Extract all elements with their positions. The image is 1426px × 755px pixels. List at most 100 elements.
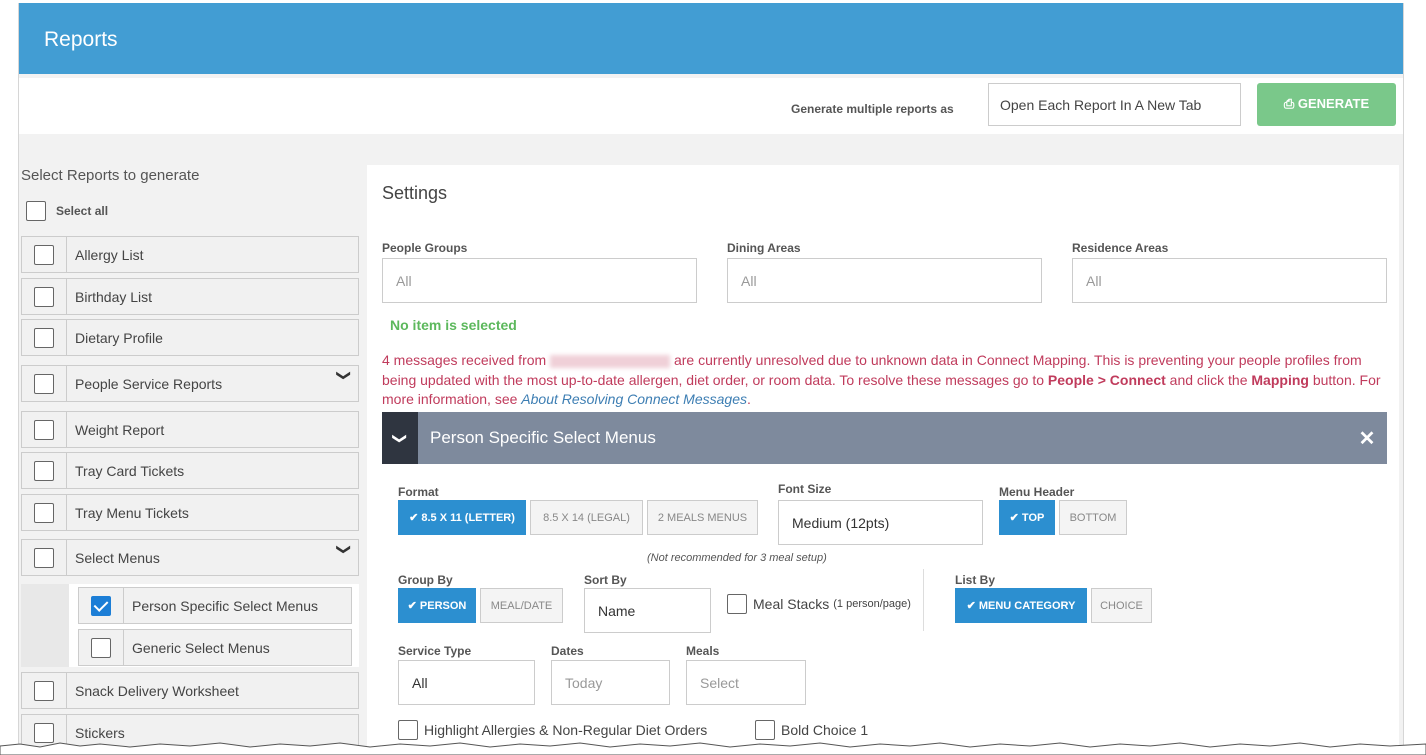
select-menus-subitems: Person Specific Select Menus Generic Sel… bbox=[21, 584, 359, 667]
report-item-allergy-list[interactable]: Allergy List bbox=[21, 236, 359, 273]
generate-button[interactable]: ⎙ GENERATE bbox=[1257, 83, 1396, 126]
redacted-source bbox=[550, 354, 671, 368]
format-note: (Not recommended for 3 meal setup) bbox=[647, 552, 827, 564]
report-label: Tray Card Tickets bbox=[75, 462, 185, 479]
report-item-tray-card-tickets[interactable]: Tray Card Tickets bbox=[21, 452, 359, 489]
torn-edge bbox=[0, 742, 1426, 755]
report-label: Generic Select Menus bbox=[132, 639, 270, 656]
report-label: Select Menus bbox=[75, 549, 160, 566]
service-type-label: Service Type bbox=[398, 644, 472, 658]
resolving-connect-link[interactable]: About Resolving Connect Messages bbox=[521, 391, 747, 407]
reports-frame: Reports Generate multiple reports as Ope… bbox=[18, 3, 1404, 755]
meal-stacks-option[interactable]: Meal Stacks (1 person/page) bbox=[727, 594, 911, 614]
sort-by-label: Sort By bbox=[584, 573, 627, 587]
highlight-allergies-checkbox[interactable] bbox=[398, 720, 418, 740]
menu-header-bottom-button[interactable]: BOTTOM bbox=[1059, 500, 1127, 535]
residence-areas-label: Residence Areas bbox=[1072, 241, 1169, 255]
people-groups-select[interactable]: All bbox=[382, 258, 697, 303]
dining-areas-select[interactable]: All bbox=[727, 258, 1042, 303]
select-all-label: Select all bbox=[56, 204, 109, 218]
sort-by-select[interactable]: Name bbox=[584, 588, 711, 633]
report-item-weight-report[interactable]: Weight Report bbox=[21, 411, 359, 448]
report-checkbox[interactable] bbox=[34, 244, 54, 265]
report-item-select-menus[interactable]: Select Menus ❯ bbox=[21, 539, 359, 576]
bold-choice-checkbox[interactable] bbox=[755, 720, 775, 740]
generate-mode-select[interactable]: Open Each Report In A New Tab bbox=[988, 83, 1241, 126]
report-checkbox[interactable] bbox=[91, 637, 111, 658]
report-checkbox[interactable] bbox=[34, 327, 54, 348]
highlight-allergies-option[interactable]: Highlight Allergies & Non-Regular Diet O… bbox=[398, 720, 707, 740]
report-item-dietary-profile[interactable]: Dietary Profile bbox=[21, 319, 359, 356]
residence-areas-select[interactable]: All bbox=[1072, 258, 1387, 303]
list-by-menu-category-button[interactable]: ✔ MENU CATEGORY bbox=[955, 588, 1087, 623]
menu-header-top-button[interactable]: ✔ TOP bbox=[999, 500, 1055, 535]
meal-stacks-label: Meal Stacks bbox=[753, 596, 830, 612]
menu-header-label: Menu Header bbox=[999, 485, 1075, 499]
close-icon[interactable]: ✕ bbox=[1347, 426, 1387, 451]
report-checkbox[interactable] bbox=[34, 502, 54, 523]
generate-bar: Generate multiple reports as Open Each R… bbox=[19, 78, 1403, 134]
highlight-allergies-label: Highlight Allergies & Non-Regular Diet O… bbox=[424, 722, 708, 738]
bold-choice-label: Bold Choice 1 bbox=[781, 722, 869, 738]
connect-warning-message: 4 messages received from are currently u… bbox=[382, 352, 1381, 407]
bold-choice-option[interactable]: Bold Choice 1 bbox=[755, 720, 868, 740]
group-by-person-button[interactable]: ✔ PERSON bbox=[398, 588, 476, 623]
print-icon: ⎙ bbox=[1283, 96, 1295, 111]
chevron-down-icon: ❯ bbox=[392, 432, 409, 444]
list-by-choice-button[interactable]: CHOICE bbox=[1091, 588, 1152, 623]
report-label: Stickers bbox=[75, 724, 125, 741]
font-size-select[interactable]: Medium (12pts) bbox=[778, 500, 983, 545]
report-item-snack-delivery-worksheet[interactable]: Snack Delivery Worksheet bbox=[21, 672, 359, 709]
report-checkbox[interactable] bbox=[34, 722, 54, 743]
select-all-row[interactable]: Select all bbox=[26, 201, 108, 221]
report-list-title: Select Reports to generate bbox=[21, 167, 200, 184]
group-by-meal-date-button[interactable]: MEAL/DATE bbox=[480, 588, 563, 623]
report-label: Dietary Profile bbox=[75, 329, 163, 346]
meal-stacks-sub: (1 person/page) bbox=[833, 598, 911, 610]
settings-title: Settings bbox=[382, 183, 448, 203]
report-item-generic-select-menus[interactable]: Generic Select Menus bbox=[78, 629, 352, 666]
page-title: Reports bbox=[44, 28, 118, 51]
collapse-toggle[interactable]: ❯ bbox=[382, 412, 418, 464]
people-connect-ref: People > Connect bbox=[1047, 371, 1166, 388]
report-label: Allergy List bbox=[75, 246, 144, 263]
report-item-tray-menu-tickets[interactable]: Tray Menu Tickets bbox=[21, 494, 359, 531]
report-checkbox[interactable] bbox=[34, 419, 54, 440]
no-item-selected-text: No item is selected bbox=[390, 317, 517, 333]
group-by-label: Group By bbox=[398, 573, 453, 587]
format-letter-button[interactable]: ✔ 8.5 X 11 (LETTER) bbox=[398, 500, 526, 535]
generate-multiple-label: Generate multiple reports as bbox=[791, 102, 954, 116]
meal-stacks-checkbox[interactable] bbox=[727, 594, 747, 614]
dates-input[interactable]: Today bbox=[551, 660, 670, 705]
divider bbox=[923, 569, 924, 631]
report-item-people-service-reports[interactable]: People Service Reports ❯ bbox=[21, 365, 359, 402]
dates-label: Dates bbox=[551, 644, 584, 658]
report-checkbox-checked[interactable] bbox=[91, 595, 111, 616]
report-checkbox[interactable] bbox=[34, 680, 54, 701]
report-checkbox[interactable] bbox=[34, 547, 54, 568]
report-panel-title: Person Specific Select Menus bbox=[430, 428, 656, 447]
report-item-person-specific-select-menus[interactable]: Person Specific Select Menus bbox=[78, 587, 352, 624]
report-label: Snack Delivery Worksheet bbox=[75, 682, 239, 699]
people-groups-label: People Groups bbox=[382, 241, 468, 255]
report-panel-header: ❯ Person Specific Select Menus ✕ bbox=[382, 412, 1387, 464]
report-label: Tray Menu Tickets bbox=[75, 504, 189, 521]
list-by-label: List By bbox=[955, 573, 996, 587]
meals-label: Meals bbox=[686, 644, 720, 658]
format-label: Format bbox=[398, 485, 439, 499]
report-checkbox[interactable] bbox=[34, 373, 54, 394]
service-type-select[interactable]: All bbox=[398, 660, 535, 705]
chevron-down-icon[interactable]: ❯ bbox=[336, 370, 353, 398]
chevron-down-icon[interactable]: ❯ bbox=[336, 544, 353, 572]
report-item-birthday-list[interactable]: Birthday List bbox=[21, 278, 359, 315]
mapping-ref: Mapping bbox=[1251, 371, 1309, 388]
report-label: Weight Report bbox=[75, 421, 165, 438]
format-legal-button[interactable]: 8.5 X 14 (LEGAL) bbox=[530, 500, 643, 535]
format-2-meals-button[interactable]: 2 MEALS MENUS bbox=[647, 500, 758, 535]
select-all-checkbox[interactable] bbox=[26, 201, 46, 221]
report-label: Person Specific Select Menus bbox=[132, 597, 318, 614]
dining-areas-label: Dining Areas bbox=[727, 241, 801, 255]
report-checkbox[interactable] bbox=[34, 286, 54, 307]
report-checkbox[interactable] bbox=[34, 460, 54, 481]
meals-select[interactable]: Select bbox=[686, 660, 806, 705]
